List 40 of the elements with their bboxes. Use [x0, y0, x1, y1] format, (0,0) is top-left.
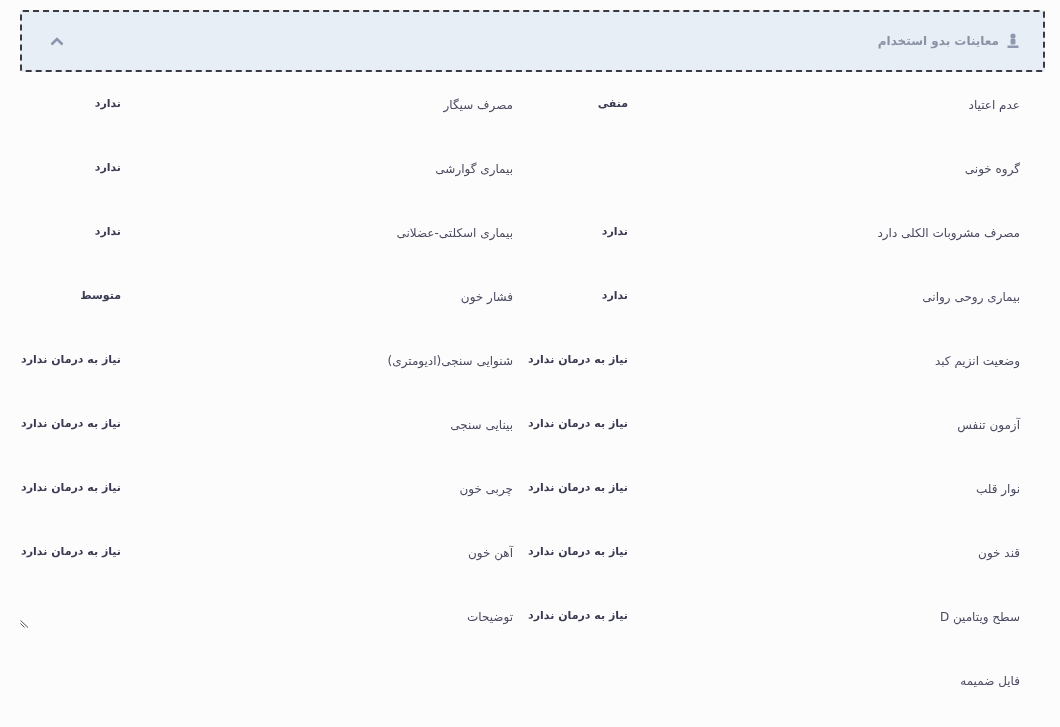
- field-value: نیاز به درمان ندارد: [21, 480, 121, 496]
- section-header[interactable]: معاینات بدو استخدام: [20, 10, 1045, 72]
- field-label: فایل ضمیمه: [959, 673, 1020, 690]
- field-value: نیاز به درمان ندارد: [21, 352, 121, 368]
- field-label: بیماری اسکلتی-عضلانی: [395, 225, 513, 242]
- field-label: بینایی سنجی: [449, 417, 513, 434]
- field-value: متوسط: [80, 288, 121, 304]
- field-value: ندارد: [94, 96, 121, 112]
- field-value: نیاز به درمان ندارد: [528, 416, 628, 432]
- field-label: سطح ویتامین D: [938, 609, 1020, 626]
- field-label: عدم اعتیاد: [967, 97, 1020, 114]
- field-label: شنوایی سنجی(ادیومتری): [386, 353, 513, 370]
- field-label: مصرف مشروبات الکلی دارد: [876, 225, 1020, 242]
- person-icon: [1007, 33, 1019, 49]
- field-value: نیاز به درمان ندارد: [21, 544, 121, 560]
- section-title: معاینات بدو استخدام: [877, 33, 999, 50]
- field-label: آزمون تنفس: [956, 416, 1020, 434]
- field-value: نیاز به درمان ندارد: [528, 480, 628, 496]
- field-label: چربی خون: [458, 481, 513, 498]
- field-value: ندارد: [601, 224, 628, 240]
- field-label: بیماری روحی روانی: [921, 289, 1020, 306]
- field-value: ندارد: [601, 288, 628, 304]
- field-value: منفی: [597, 96, 628, 112]
- field-value: نیاز به درمان ندارد: [528, 544, 628, 560]
- field-label: مصرف سیگار: [442, 97, 513, 114]
- field-label: آهن خون: [466, 544, 513, 562]
- resize-grip-icon[interactable]: [20, 620, 29, 628]
- field-label: بیماری گوارشی: [434, 161, 513, 178]
- field-value: نیاز به درمان ندارد: [528, 352, 628, 368]
- field-label: وضعیت انزیم کبد: [933, 353, 1020, 370]
- field-label: نوار قلب: [975, 481, 1020, 498]
- field-value: ندارد: [94, 224, 121, 240]
- chevron-up-icon[interactable]: [50, 36, 64, 46]
- field-label: قند خون: [977, 545, 1020, 562]
- field-label: فشار خون: [459, 289, 513, 306]
- field-value: نیاز به درمان ندارد: [21, 416, 121, 432]
- field-label: گروه خونی: [963, 161, 1020, 178]
- field-value: ندارد: [94, 160, 121, 176]
- field-value: نیاز به درمان ندارد: [528, 608, 628, 624]
- field-label: توضیحات: [465, 609, 513, 627]
